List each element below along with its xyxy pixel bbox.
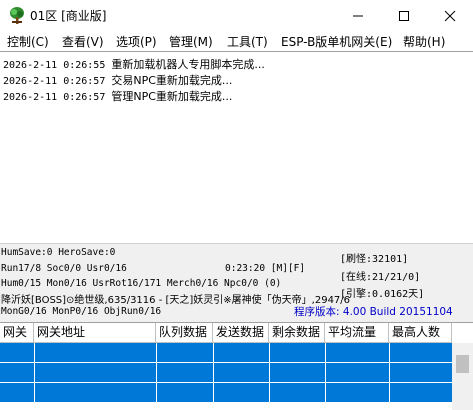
cell-divider <box>325 363 326 382</box>
log-time: 2026-2-11 0:26:57 <box>3 92 106 103</box>
column-header[interactable]: 队列数据 <box>156 323 213 343</box>
cell-divider <box>389 343 390 362</box>
menu-bar: 控制(C) 查看(V) 选项(P) 管理(M) 工具(T) ESP-B版单机网关… <box>0 31 473 51</box>
menu-tools[interactable]: 工具(T) <box>227 33 268 50</box>
cell-divider <box>156 343 157 362</box>
cell-divider <box>213 363 214 382</box>
cell-divider <box>34 343 35 362</box>
cell-divider <box>34 363 35 382</box>
log-time: 2026-2-11 0:26:57 <box>3 76 106 87</box>
cell-divider <box>213 383 214 402</box>
cell-divider <box>269 383 270 402</box>
clock: 0:23:20 [M][F] <box>225 263 306 274</box>
cell-divider <box>269 363 270 382</box>
mon-status: MonG0/16 MonP0/16 ObjRun0/16 <box>1 306 162 317</box>
cell-divider <box>156 383 157 402</box>
maximize-button[interactable] <box>381 0 427 31</box>
minimize-button[interactable] <box>335 0 381 31</box>
cell-divider <box>269 343 270 362</box>
status-panel: HumSave:0 HeroSave:0 Run17/8 Soc0/0 Usr0… <box>0 244 473 322</box>
table-body <box>0 343 452 410</box>
column-header[interactable]: 剩余数据 <box>269 323 325 343</box>
cell-divider <box>156 363 157 382</box>
log-line: 2026-2-11 0:26:57 交易NPC重新加载完成... <box>3 72 232 88</box>
log-time: 2026-2-11 0:26:55 <box>3 60 106 71</box>
run-status: Run17/8 Soc0/0 Usr0/16 <box>1 263 127 274</box>
table-header: 网关 网关地址 队列数据 发送数据 剩余数据 平均流量 最高人数 <box>0 323 452 343</box>
menu-gateway[interactable]: ESP-B版单机网关(E) <box>281 33 392 50</box>
log-message: 重新加载机器人专用脚本完成... <box>111 58 265 71</box>
column-header[interactable]: 网关地址 <box>34 323 156 343</box>
menu-control[interactable]: 控制(C) <box>7 33 49 50</box>
minimize-icon <box>353 15 363 16</box>
menu-help[interactable]: 帮助(H) <box>403 33 445 50</box>
engine-uptime: [引擎:0.0162天] <box>340 289 425 300</box>
log-message: 交易NPC重新加载完成... <box>111 74 233 87</box>
maximize-icon <box>399 10 409 21</box>
window-title: 01区 [商业版] <box>30 9 107 23</box>
vertical-scrollbar[interactable] <box>452 343 473 410</box>
column-header[interactable]: 网关 <box>0 323 34 343</box>
column-header[interactable]: 平均流量 <box>325 323 389 343</box>
title-bar[interactable]: 01区 [商业版] <box>0 0 473 31</box>
program-version: 程序版本: 4.00 Build 20151104 <box>294 306 453 318</box>
online-count: [在线:21/21/0] <box>340 272 421 283</box>
cell-divider <box>325 383 326 402</box>
log-message: 管理NPC重新加载完成... <box>111 90 233 103</box>
column-header[interactable]: 发送数据 <box>213 323 269 343</box>
column-header[interactable]: 最高人数 <box>389 323 452 343</box>
cell-divider <box>389 363 390 382</box>
cell-divider <box>213 343 214 362</box>
log-line: 2026-2-11 0:26:57 管理NPC重新加载完成... <box>3 88 232 104</box>
scrollbar-thumb[interactable] <box>456 355 469 373</box>
cell-divider <box>34 383 35 402</box>
refresh-count: [刷怪:32101] <box>340 254 409 265</box>
table-row[interactable] <box>0 343 452 362</box>
tree-icon <box>10 7 24 24</box>
menu-manage[interactable]: 管理(M) <box>169 33 213 50</box>
table-row[interactable] <box>0 363 452 382</box>
close-button[interactable] <box>427 0 473 31</box>
menu-options[interactable]: 选项(P) <box>116 33 157 50</box>
cell-divider <box>325 343 326 362</box>
log-panel[interactable]: 2026-2-11 0:26:55 重新加载机器人专用脚本完成... 2026-… <box>0 51 473 244</box>
log-line: 2026-2-11 0:26:55 重新加载机器人专用脚本完成... <box>3 56 265 72</box>
gateway-table[interactable]: 网关 网关地址 队列数据 发送数据 剩余数据 平均流量 最高人数 <box>0 322 473 410</box>
cell-divider <box>389 383 390 402</box>
close-icon <box>444 10 456 21</box>
save-status: HumSave:0 HeroSave:0 <box>1 247 116 258</box>
hum-status: Hum0/15 Mon0/16 UsrRot16/171 Merch0/16 N… <box>1 278 282 289</box>
table-row[interactable] <box>0 383 452 402</box>
menu-view[interactable]: 查看(V) <box>62 33 104 50</box>
